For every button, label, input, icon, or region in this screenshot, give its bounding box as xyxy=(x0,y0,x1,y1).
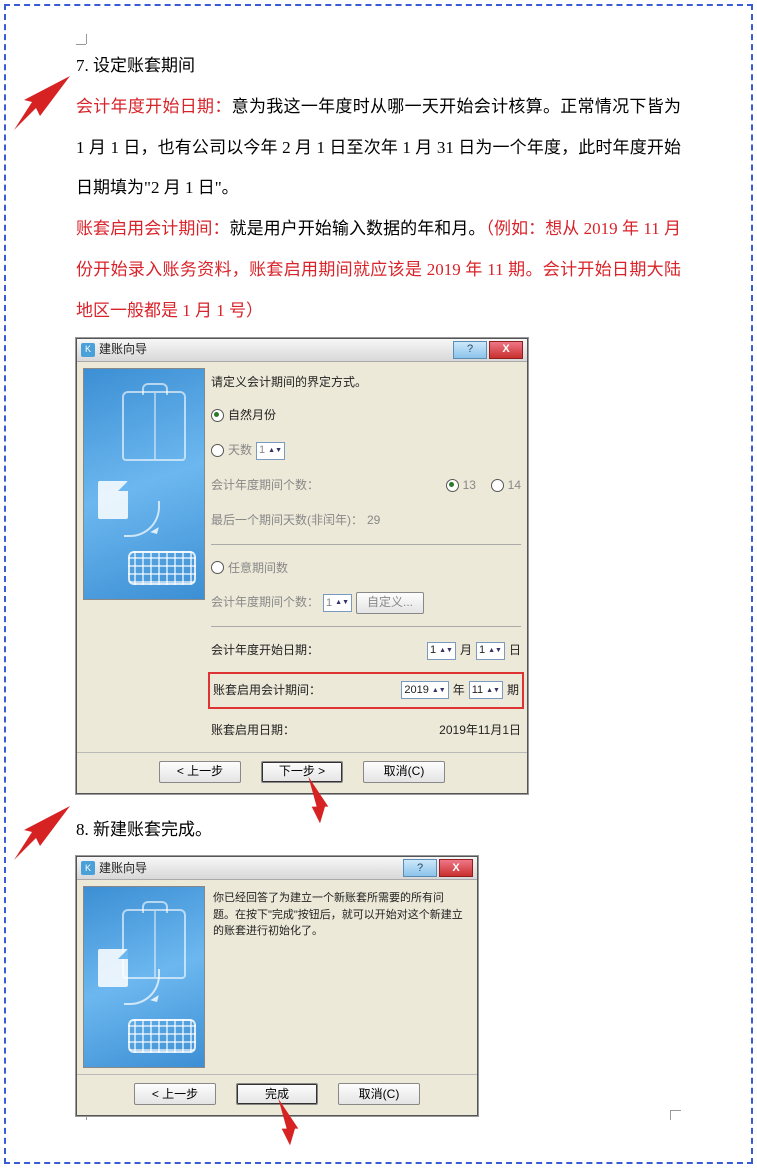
radio-icon xyxy=(211,561,224,574)
section-heading: 新建账套完成。 xyxy=(93,820,212,839)
field-value: 2019年11月1日 xyxy=(439,716,521,745)
wizard-illustration xyxy=(83,886,205,1068)
paragraph: 账套启用会计期间：就是用户开始输入数据的年和月。（例如：想从 2019 年 11… xyxy=(76,209,681,331)
option-label: 自然月份 xyxy=(228,401,276,430)
option-custom-periods[interactable]: 任意期间数 xyxy=(211,553,521,584)
spinner-arrows-icon: ▲▼ xyxy=(268,448,282,453)
spinner-value: 1 xyxy=(259,437,265,463)
field-label: 会计年度期间个数： xyxy=(211,588,319,617)
unit-month: 月 xyxy=(460,636,472,665)
section-number: 8. xyxy=(76,820,89,839)
field-label: 会计年度开始日期： xyxy=(211,636,319,665)
section-heading: 设定账套期间 xyxy=(93,56,195,75)
close-button[interactable]: X xyxy=(489,341,523,359)
section-7-title: 7. 设定账套期间 xyxy=(76,46,681,87)
cancel-button[interactable]: 取消(C) xyxy=(363,761,445,783)
radio-icon xyxy=(211,409,224,422)
enable-period-row-highlight: 账套启用会计期间： 2019 ▲▼ 年 11 ▲▼ 期 xyxy=(208,672,524,709)
completion-message: 你已经回答了为建立一个新账套所需要的所有问题。在按下"完成"按钮后，就可以开始对… xyxy=(211,886,471,940)
option-14: 14 xyxy=(508,471,521,500)
section-8-title: 8. 新建账套完成。 xyxy=(76,810,681,851)
titlebar: 建账向导 ? X xyxy=(77,339,527,362)
spinner-value: 1 xyxy=(479,637,485,663)
next-button[interactable]: 下一步 > xyxy=(261,761,343,783)
form-area: 请定义会计期间的界定方式。 自然月份 天数 1 ▲▼ 会计 xyxy=(211,368,521,746)
unit-period: 期 xyxy=(507,676,519,705)
paragraph-text: 就是用户开始输入数据的年和月。 xyxy=(230,219,486,238)
start-day-spinner[interactable]: 1 ▲▼ xyxy=(476,642,505,660)
option-days[interactable]: 天数 1 ▲▼ xyxy=(211,435,521,466)
help-button[interactable]: ? xyxy=(453,341,487,359)
days-spinner[interactable]: 1 ▲▼ xyxy=(256,442,285,460)
radio-icon[interactable] xyxy=(446,479,459,492)
content-area: 7. 设定账套期间 会计年度开始日期：意为我这一年度时从哪一天开始会计核算。正常… xyxy=(76,46,681,1116)
crop-mark xyxy=(76,1120,90,1134)
start-month-spinner[interactable]: 1 ▲▼ xyxy=(427,642,456,660)
form-intro: 请定义会计期间的界定方式。 xyxy=(211,368,521,397)
window-title: 建账向导 xyxy=(99,854,401,883)
dialog-footer: < 上一步 下一步 > 取消(C) xyxy=(77,752,527,793)
term-label: 会计年度开始日期： xyxy=(76,97,232,116)
enable-year-spinner[interactable]: 2019 ▲▼ xyxy=(401,681,448,699)
field-label: 最后一个期间天数(非闰年)： xyxy=(211,506,363,535)
custom-periods-row: 会计年度期间个数： 1 ▲▼ 自定义... xyxy=(211,587,521,618)
window-title: 建账向导 xyxy=(99,335,451,364)
help-button[interactable]: ? xyxy=(403,859,437,877)
titlebar: 建账向导 ? X xyxy=(77,857,477,880)
field-label: 会计年度期间个数： xyxy=(211,471,319,500)
periods-count-row: 会计年度期间个数： 13 14 xyxy=(211,470,521,501)
spinner-arrows-icon: ▲▼ xyxy=(335,600,349,605)
enable-date-row: 账套启用日期： 2019年11月1日 xyxy=(211,715,521,746)
wizard-dialog-period: 建账向导 ? X 请定义会计期间的界定方式。 自然月份 天数 xyxy=(76,338,528,794)
app-icon xyxy=(81,343,95,357)
spinner-arrows-icon: ▲▼ xyxy=(486,688,500,693)
radio-icon xyxy=(211,444,224,457)
field-label: 账套启用日期： xyxy=(211,716,295,745)
radio-icon[interactable] xyxy=(491,479,504,492)
spinner-arrows-icon: ▲▼ xyxy=(439,648,453,653)
option-label: 任意期间数 xyxy=(228,554,288,583)
option-natural-month[interactable]: 自然月份 xyxy=(211,400,521,431)
crop-mark xyxy=(667,1120,681,1134)
page: 7. 设定账套期间 会计年度开始日期：意为我这一年度时从哪一天开始会计核算。正常… xyxy=(4,4,753,1164)
last-period-days-row: 最后一个期间天数(非闰年)： 29 xyxy=(211,505,521,536)
spinner-arrows-icon: ▲▼ xyxy=(432,688,446,693)
annotation-arrow-icon xyxy=(12,802,72,862)
paragraph: 会计年度开始日期：意为我这一年度时从哪一天开始会计核算。正常情况下皆为 1 月 … xyxy=(76,87,681,209)
enable-period-spinner[interactable]: 11 ▲▼ xyxy=(469,681,503,699)
spinner-value: 2019 xyxy=(404,677,428,703)
term-label: 账套启用会计期间： xyxy=(76,219,230,238)
spinner-value: 1 xyxy=(430,637,436,663)
app-icon xyxy=(81,861,95,875)
unit-day: 日 xyxy=(509,636,521,665)
fiscal-start-date-row: 会计年度开始日期： 1 ▲▼ 月 1 ▲▼ 日 xyxy=(211,635,521,666)
dialog-footer: < 上一步 完成 取消(C) xyxy=(77,1074,477,1115)
form-area: 你已经回答了为建立一个新账套所需要的所有问题。在按下"完成"按钮后，就可以开始对… xyxy=(211,886,471,1068)
spinner-value: 1 xyxy=(326,590,332,616)
periods-spinner[interactable]: 1 ▲▼ xyxy=(323,594,352,612)
field-value: 29 xyxy=(367,506,380,535)
custom-button[interactable]: 自定义... xyxy=(356,592,424,614)
wizard-illustration xyxy=(83,368,205,600)
spinner-value: 11 xyxy=(472,677,483,703)
option-label: 天数 xyxy=(228,436,252,465)
section-number: 7. xyxy=(76,56,89,75)
unit-year: 年 xyxy=(453,676,465,705)
prev-button[interactable]: < 上一步 xyxy=(159,761,241,783)
field-label: 账套启用会计期间： xyxy=(213,676,321,705)
option-13: 13 xyxy=(463,471,476,500)
spinner-arrows-icon: ▲▼ xyxy=(488,648,502,653)
close-button[interactable]: X xyxy=(439,859,473,877)
wizard-dialog-finish: 建账向导 ? X 你已经回答了为建立一个新账套所需要的所有问题。在按下"完成"按… xyxy=(76,856,478,1116)
annotation-arrow-icon xyxy=(12,72,72,132)
